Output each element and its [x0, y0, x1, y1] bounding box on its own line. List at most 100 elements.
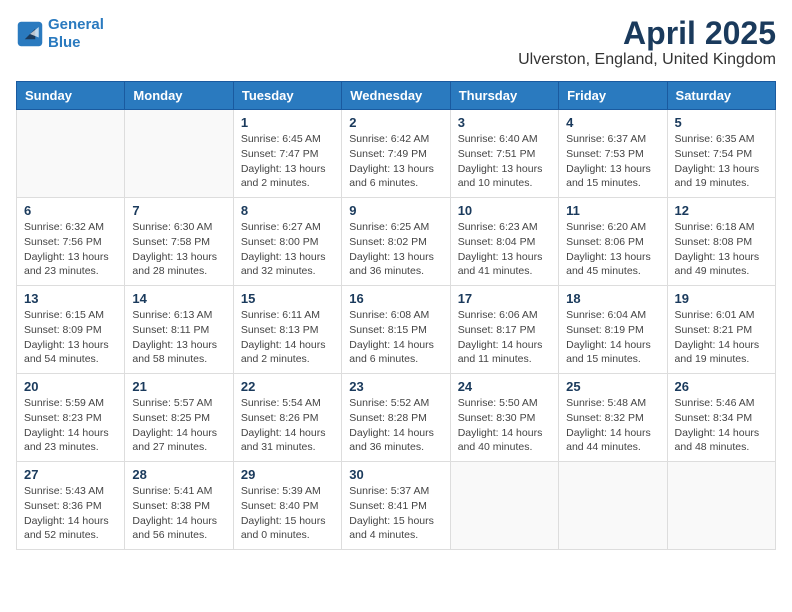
calendar-cell: 5 Sunrise: 6:35 AM Sunset: 7:54 PM Daylig… [667, 110, 775, 198]
calendar-cell [17, 110, 125, 198]
week-row-2: 6Sunrise: 6:32 AM Sunset: 7:56 PM Daylig… [17, 198, 776, 286]
day-info: Sunrise: 5:41 AM Sunset: 8:38 PM Dayligh… [132, 484, 225, 543]
calendar-cell: 21 Sunrise: 5:57 AM Sunset: 8:25 PM Dayli… [125, 374, 233, 462]
calendar-cell: 12 Sunrise: 6:18 AM Sunset: 8:08 PM Dayli… [667, 198, 775, 286]
calendar-cell: 27Sunrise: 5:43 AM Sunset: 8:36 PM Dayli… [17, 462, 125, 550]
day-info: Sunrise: 6:35 AM Sunset: 7:54 PM Dayligh… [675, 132, 768, 191]
day-info: Sunrise: 6:27 AM Sunset: 8:00 PM Dayligh… [241, 220, 334, 279]
col-tuesday: Tuesday [233, 82, 341, 110]
day-number: 3 [458, 115, 551, 130]
calendar-table: Sunday Monday Tuesday Wednesday Thursday… [16, 81, 776, 550]
col-friday: Friday [559, 82, 667, 110]
day-info: Sunrise: 5:39 AM Sunset: 8:40 PM Dayligh… [241, 484, 334, 543]
day-info: Sunrise: 6:32 AM Sunset: 7:56 PM Dayligh… [24, 220, 117, 279]
page-header: General Blue April 2025 Ulverston, Engla… [16, 16, 776, 69]
calendar-cell: 28 Sunrise: 5:41 AM Sunset: 8:38 PM Dayli… [125, 462, 233, 550]
calendar-cell [559, 462, 667, 550]
calendar-cell: 22 Sunrise: 5:54 AM Sunset: 8:26 PM Dayli… [233, 374, 341, 462]
logo-text: General Blue [48, 16, 104, 52]
day-number: 19 [675, 291, 768, 306]
calendar-cell: 17 Sunrise: 6:06 AM Sunset: 8:17 PM Dayli… [450, 286, 558, 374]
week-row-4: 20Sunrise: 5:59 AM Sunset: 8:23 PM Dayli… [17, 374, 776, 462]
day-info: Sunrise: 6:08 AM Sunset: 8:15 PM Dayligh… [349, 308, 442, 367]
day-number: 23 [349, 379, 442, 394]
week-row-5: 27Sunrise: 5:43 AM Sunset: 8:36 PM Dayli… [17, 462, 776, 550]
calendar-cell: 10 Sunrise: 6:23 AM Sunset: 8:04 PM Dayli… [450, 198, 558, 286]
day-info: Sunrise: 6:06 AM Sunset: 8:17 PM Dayligh… [458, 308, 551, 367]
calendar-cell [667, 462, 775, 550]
day-info: Sunrise: 6:11 AM Sunset: 8:13 PM Dayligh… [241, 308, 334, 367]
day-info: Sunrise: 6:37 AM Sunset: 7:53 PM Dayligh… [566, 132, 659, 191]
calendar-header-row: Sunday Monday Tuesday Wednesday Thursday… [17, 82, 776, 110]
calendar-cell: 15 Sunrise: 6:11 AM Sunset: 8:13 PM Dayli… [233, 286, 341, 374]
day-info: Sunrise: 5:57 AM Sunset: 8:25 PM Dayligh… [132, 396, 225, 455]
day-info: Sunrise: 6:15 AM Sunset: 8:09 PM Dayligh… [24, 308, 117, 367]
calendar-cell: 2 Sunrise: 6:42 AM Sunset: 7:49 PM Daylig… [342, 110, 450, 198]
calendar-cell: 16 Sunrise: 6:08 AM Sunset: 8:15 PM Dayli… [342, 286, 450, 374]
calendar-cell: 7Sunrise: 6:30 AM Sunset: 7:58 PM Daylig… [125, 198, 233, 286]
day-info: Sunrise: 6:20 AM Sunset: 8:06 PM Dayligh… [566, 220, 659, 279]
day-number: 2 [349, 115, 442, 130]
week-row-1: 1 Sunrise: 6:45 AM Sunset: 7:47 PM Daylig… [17, 110, 776, 198]
day-number: 15 [241, 291, 334, 306]
day-number: 16 [349, 291, 442, 306]
day-info: Sunrise: 6:42 AM Sunset: 7:49 PM Dayligh… [349, 132, 442, 191]
day-number: 26 [675, 379, 768, 394]
calendar-cell: 9Sunrise: 6:25 AM Sunset: 8:02 PM Daylig… [342, 198, 450, 286]
calendar-cell: 30 Sunrise: 5:37 AM Sunset: 8:41 PM Dayli… [342, 462, 450, 550]
day-info: Sunrise: 5:50 AM Sunset: 8:30 PM Dayligh… [458, 396, 551, 455]
calendar-cell: 26 Sunrise: 5:46 AM Sunset: 8:34 PM Dayli… [667, 374, 775, 462]
day-number: 12 [675, 203, 768, 218]
calendar-cell: 14Sunrise: 6:13 AM Sunset: 8:11 PM Dayli… [125, 286, 233, 374]
logo-icon [16, 20, 44, 48]
day-info: Sunrise: 6:18 AM Sunset: 8:08 PM Dayligh… [675, 220, 768, 279]
logo: General Blue [16, 16, 104, 52]
day-number: 28 [132, 467, 225, 482]
calendar-cell [125, 110, 233, 198]
day-info: Sunrise: 5:48 AM Sunset: 8:32 PM Dayligh… [566, 396, 659, 455]
day-number: 11 [566, 203, 659, 218]
day-info: Sunrise: 6:40 AM Sunset: 7:51 PM Dayligh… [458, 132, 551, 191]
col-monday: Monday [125, 82, 233, 110]
calendar-cell: 3 Sunrise: 6:40 AM Sunset: 7:51 PM Daylig… [450, 110, 558, 198]
day-number: 21 [132, 379, 225, 394]
week-row-3: 13Sunrise: 6:15 AM Sunset: 8:09 PM Dayli… [17, 286, 776, 374]
day-info: Sunrise: 5:46 AM Sunset: 8:34 PM Dayligh… [675, 396, 768, 455]
calendar-cell: 24Sunrise: 5:50 AM Sunset: 8:30 PM Dayli… [450, 374, 558, 462]
day-info: Sunrise: 6:23 AM Sunset: 8:04 PM Dayligh… [458, 220, 551, 279]
day-number: 17 [458, 291, 551, 306]
col-wednesday: Wednesday [342, 82, 450, 110]
calendar-cell [450, 462, 558, 550]
day-info: Sunrise: 6:45 AM Sunset: 7:47 PM Dayligh… [241, 132, 334, 191]
day-number: 25 [566, 379, 659, 394]
day-number: 7 [132, 203, 225, 218]
day-info: Sunrise: 6:01 AM Sunset: 8:21 PM Dayligh… [675, 308, 768, 367]
logo-line1: General [48, 16, 104, 33]
calendar-cell: 13Sunrise: 6:15 AM Sunset: 8:09 PM Dayli… [17, 286, 125, 374]
day-number: 5 [675, 115, 768, 130]
logo-line2: Blue [48, 34, 81, 51]
calendar-cell: 11 Sunrise: 6:20 AM Sunset: 8:06 PM Dayli… [559, 198, 667, 286]
day-number: 22 [241, 379, 334, 394]
location-subtitle: Ulverston, England, United Kingdom [518, 51, 776, 69]
day-number: 20 [24, 379, 117, 394]
day-info: Sunrise: 5:37 AM Sunset: 8:41 PM Dayligh… [349, 484, 442, 543]
calendar-cell: 18Sunrise: 6:04 AM Sunset: 8:19 PM Dayli… [559, 286, 667, 374]
day-number: 30 [349, 467, 442, 482]
day-number: 27 [24, 467, 117, 482]
day-number: 8 [241, 203, 334, 218]
day-number: 18 [566, 291, 659, 306]
col-thursday: Thursday [450, 82, 558, 110]
calendar-cell: 19 Sunrise: 6:01 AM Sunset: 8:21 PM Dayli… [667, 286, 775, 374]
day-info: Sunrise: 5:54 AM Sunset: 8:26 PM Dayligh… [241, 396, 334, 455]
day-number: 10 [458, 203, 551, 218]
calendar-cell: 1 Sunrise: 6:45 AM Sunset: 7:47 PM Daylig… [233, 110, 341, 198]
calendar-cell: 4 Sunrise: 6:37 AM Sunset: 7:53 PM Daylig… [559, 110, 667, 198]
calendar-cell: 6Sunrise: 6:32 AM Sunset: 7:56 PM Daylig… [17, 198, 125, 286]
day-number: 14 [132, 291, 225, 306]
calendar-cell: 25 Sunrise: 5:48 AM Sunset: 8:32 PM Dayli… [559, 374, 667, 462]
calendar-cell: 8 Sunrise: 6:27 AM Sunset: 8:00 PM Daylig… [233, 198, 341, 286]
day-number: 4 [566, 115, 659, 130]
calendar-cell: 20Sunrise: 5:59 AM Sunset: 8:23 PM Dayli… [17, 374, 125, 462]
day-number: 1 [241, 115, 334, 130]
